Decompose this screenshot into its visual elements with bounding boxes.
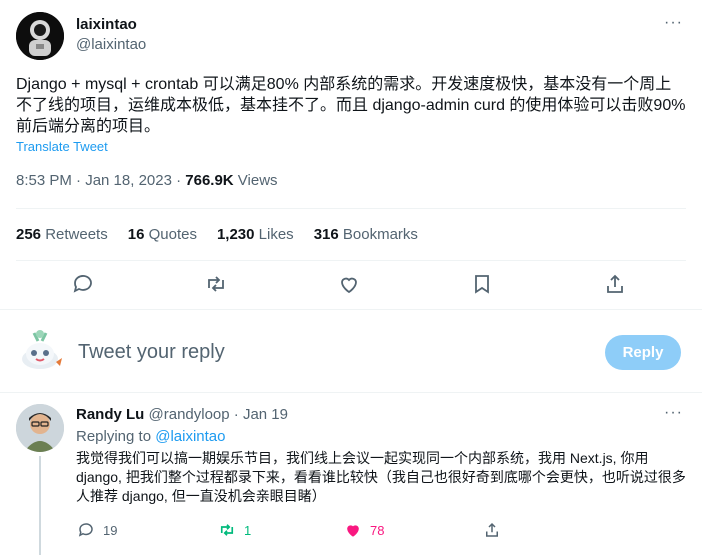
- reply-text: 我觉得我们可以搞一期娱乐节目，我们线上会议一起实现同一个内部系统，我用 Next…: [76, 450, 686, 504]
- reply-more-options-icon[interactable]: ···: [664, 404, 683, 422]
- reply-actions: 19 1 78: [0, 521, 702, 543]
- replying-to: Replying to @laixintao: [76, 428, 226, 445]
- reply-author-avatar[interactable]: [16, 404, 64, 452]
- replying-to-handle[interactable]: @laixintao: [155, 428, 225, 445]
- reply-retweets-count: 1: [244, 522, 252, 538]
- author-handle[interactable]: @laixintao: [76, 36, 146, 53]
- share-icon[interactable]: [603, 272, 627, 296]
- retweet-icon: [220, 524, 234, 536]
- tweet-timestamp[interactable]: 8:53 PM · Jan 18, 2023 ·: [16, 172, 185, 189]
- retweet-icon[interactable]: [204, 272, 228, 296]
- divider: [0, 309, 702, 310]
- comment-icon: [78, 523, 93, 537]
- reply-author-name[interactable]: Randy Lu: [76, 406, 144, 423]
- tweet-actions: [0, 272, 702, 298]
- more-options-icon[interactable]: ···: [664, 14, 683, 32]
- reply-share-action[interactable]: [483, 521, 501, 539]
- share-icon: [486, 522, 498, 537]
- comment-icon[interactable]: [71, 272, 95, 296]
- reply-input[interactable]: Tweet your reply: [78, 341, 225, 364]
- bookmark-icon[interactable]: [470, 272, 494, 296]
- reply-like-action[interactable]: 78: [344, 521, 384, 539]
- reply-replies-count: 19: [103, 522, 118, 538]
- reply-button[interactable]: Reply: [605, 335, 681, 370]
- author-name[interactable]: laixintao: [76, 16, 137, 33]
- views-count: 766.9K: [185, 172, 234, 189]
- divider: [16, 260, 686, 261]
- heart-icon: [347, 525, 359, 537]
- translate-tweet-link[interactable]: Translate Tweet: [16, 139, 108, 154]
- quotes-stat[interactable]: 16 Quotes: [128, 226, 197, 243]
- reply-comment-action[interactable]: 19: [77, 521, 117, 539]
- heart-icon[interactable]: [337, 272, 361, 296]
- reply-likes-count: 78: [370, 522, 385, 538]
- bookmarks-stat[interactable]: 316 Bookmarks: [314, 226, 418, 243]
- retweets-stat[interactable]: 256 Retweets: [16, 226, 108, 243]
- divider: [16, 208, 686, 209]
- author-avatar[interactable]: [16, 12, 64, 60]
- likes-stat[interactable]: 1,230 Likes: [217, 226, 294, 243]
- reply-author-handle[interactable]: @randyloop · Jan 19: [144, 406, 289, 423]
- tweet-meta: 8:53 PM · Jan 18, 2023 · 766.9K Views: [16, 172, 278, 189]
- divider: [0, 392, 702, 393]
- views-label: Views: [233, 172, 278, 189]
- user-avatar: [16, 326, 64, 374]
- tweet-stats: 256 Retweets 16 Quotes 1,230 Likes 316 B…: [16, 226, 418, 243]
- reply-retweet-action[interactable]: 1: [218, 521, 251, 539]
- reply-header: Randy Lu @randyloop · Jan 19: [76, 406, 288, 423]
- tweet-text: Django + mysql + crontab 可以满足80% 内部系统的需求…: [16, 76, 686, 135]
